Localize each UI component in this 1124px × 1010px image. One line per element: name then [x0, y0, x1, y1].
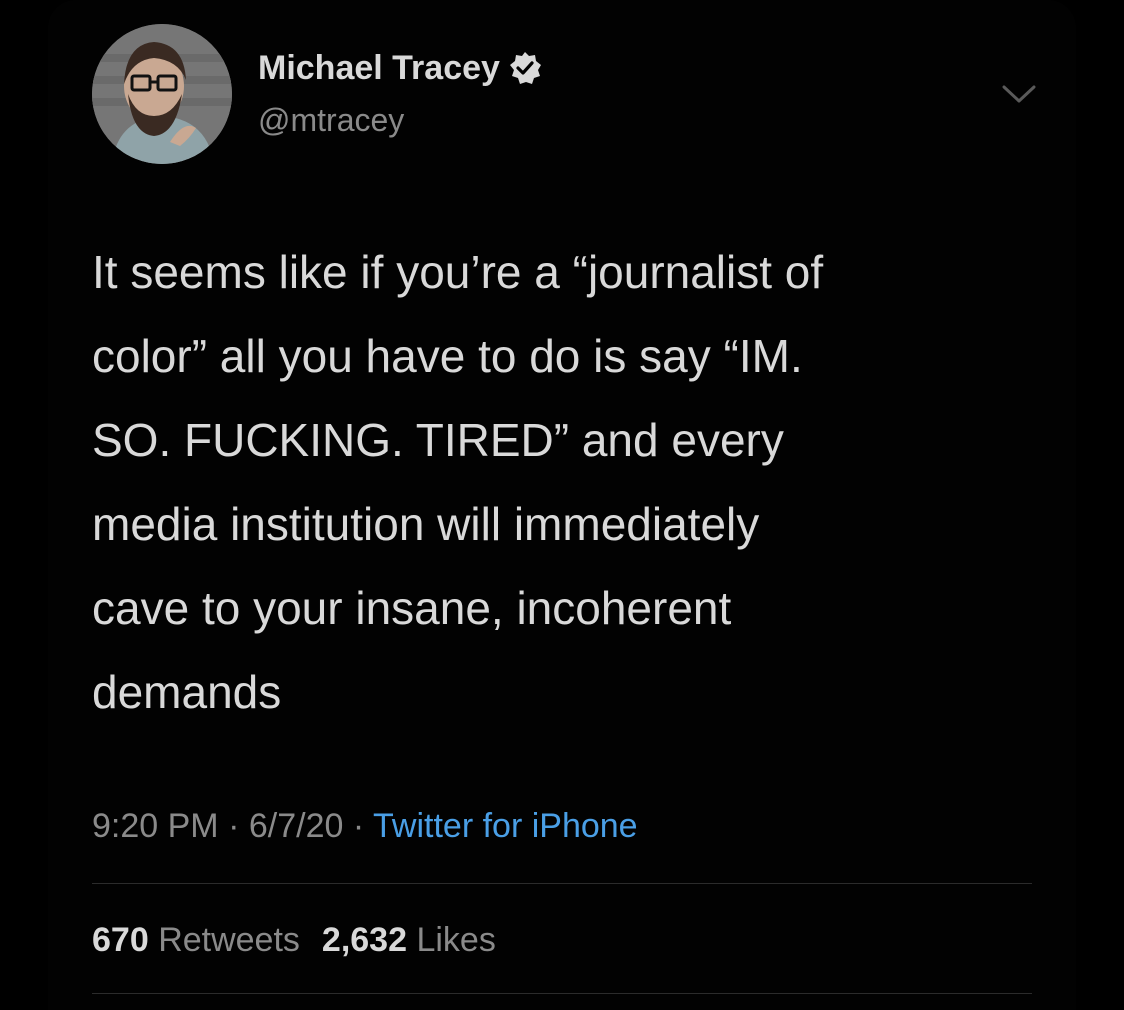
- author-display-name[interactable]: Michael Tracey: [258, 48, 542, 88]
- tweet-text: It seems like if you’re a “journalist of…: [92, 230, 1032, 734]
- verified-badge-icon: [508, 51, 542, 85]
- author-name-text: Michael Tracey: [258, 49, 500, 87]
- tweet-stats: 670 Retweets 2,632 Likes: [92, 917, 496, 963]
- tweet-text-line: demands: [92, 666, 282, 718]
- likes-label: Likes: [416, 921, 496, 959]
- retweets-label: Retweets: [158, 921, 300, 959]
- avatar[interactable]: [92, 24, 232, 164]
- tweet-text-line: media institution will immediately: [92, 498, 760, 550]
- divider: [92, 993, 1032, 994]
- tweet-time[interactable]: 9:20 PM: [92, 807, 219, 845]
- likes-stat[interactable]: 2,632 Likes: [322, 921, 496, 959]
- tweet-text-line: It seems like if you’re a “journalist of: [92, 246, 824, 298]
- likes-count: 2,632: [321, 921, 408, 959]
- divider: [92, 883, 1032, 884]
- tweet-meta: 9:20 PM · 6/7/20 · Twitter for iPhone: [92, 803, 638, 849]
- chevron-down-icon[interactable]: [1000, 82, 1038, 106]
- meta-separator: ·: [352, 807, 365, 845]
- tweet-text-line: SO. FUCKING. TIRED” and every: [92, 414, 784, 466]
- retweets-stat[interactable]: 670 Retweets: [92, 921, 300, 959]
- author-handle[interactable]: @mtracey: [258, 100, 404, 140]
- tweet-source-link[interactable]: Twitter for iPhone: [373, 807, 638, 845]
- tweet-text-line: cave to your insane, incoherent: [92, 582, 732, 634]
- meta-separator: ·: [228, 807, 240, 845]
- tweet-text-line: color” all you have to do is say “IM.: [92, 330, 803, 382]
- tweet-date[interactable]: 6/7/20: [249, 807, 344, 845]
- retweets-count: 670: [92, 921, 149, 959]
